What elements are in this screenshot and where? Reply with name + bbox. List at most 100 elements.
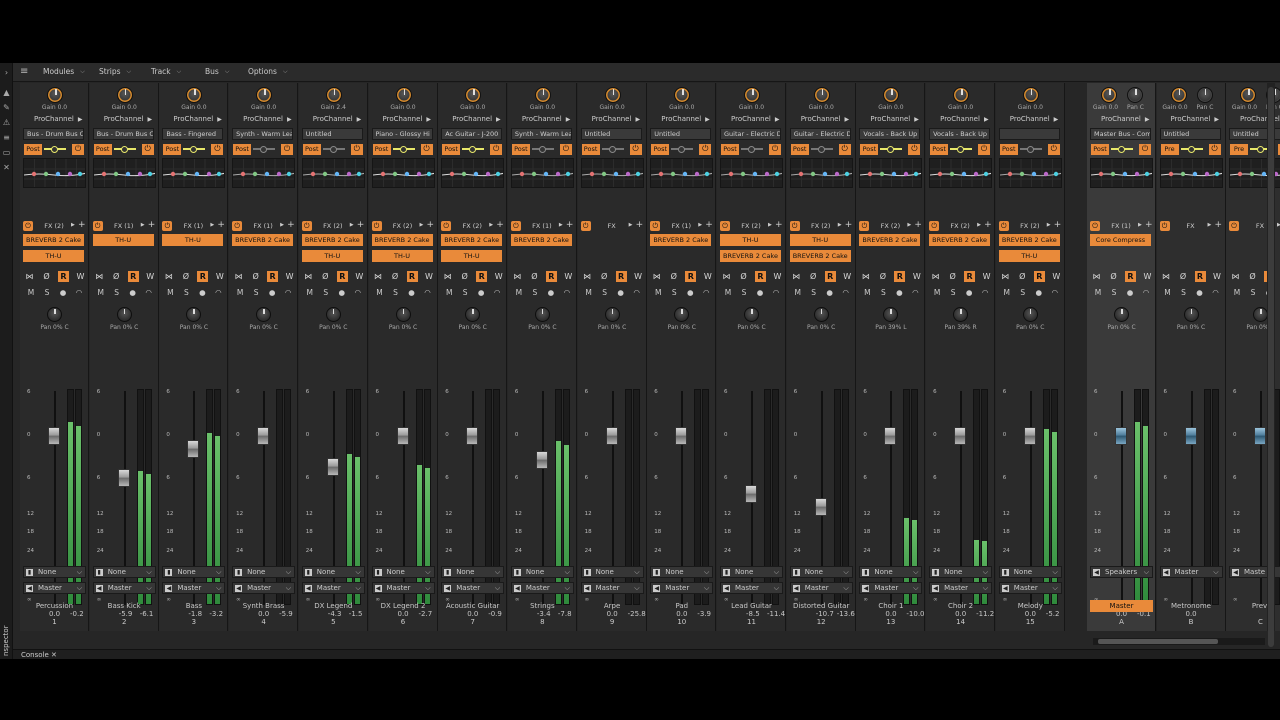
strip-name[interactable]: Synth Brass [229,602,298,610]
automation-icon[interactable]: ▲ [2,88,11,97]
input-select[interactable]: ▮ None ⌵ [789,566,853,578]
vertical-scrollbar[interactable] [1267,83,1275,647]
strip-number: B [1188,618,1194,626]
strip-name[interactable]: Percussion [20,602,89,610]
output-select[interactable]: ◀ Master ⌵ [232,582,296,594]
strip-name[interactable]: Choir 1 [856,602,925,610]
chevron-down-icon: ⌵ [80,67,85,75]
chevron-down-icon: ⌵ [1143,568,1149,576]
input-select[interactable]: ▮ None ⌵ [510,566,574,578]
left-toolstrip: › ▲ ✎ ⚠ ≡ ▭ ✕ [0,63,13,659]
input-icon: ▮ [95,569,103,576]
output-icon: ◀ [165,585,173,592]
menu-hamburger-icon[interactable]: ≡ [20,67,28,77]
input-select[interactable]: ▮ None ⌵ [998,566,1062,578]
scrollbar-thumb[interactable] [1098,639,1218,644]
output-select[interactable]: ◀ Master ⌵ [720,582,783,594]
output-value: Master [38,584,62,592]
stack-icon[interactable]: ≡ [2,133,11,142]
menu-options[interactable]: Options ⌵ [248,67,288,76]
output-select[interactable]: ◀ Master ⌵ [859,582,923,594]
input-value: None [177,568,196,576]
output-value: Master [944,584,968,592]
tools-icon[interactable]: ✕ [2,163,11,172]
chevron-down-icon: ⌵ [282,67,288,75]
clip-icon[interactable]: ▭ [2,148,11,157]
input-select[interactable]: ▮ None ⌵ [441,566,505,578]
strip-name[interactable]: Choir 2 [926,602,995,610]
input-select[interactable]: ▮ None ⌵ [23,566,86,578]
input-select[interactable]: ▮ None ⌵ [301,566,365,578]
inspector-tab[interactable]: nspector [2,625,10,656]
output-icon: ◀ [304,585,312,592]
output-icon: ◀ [513,585,521,592]
output-select[interactable]: ◀ Master ⌵ [92,582,156,594]
output-select[interactable]: ◀ Master ⌵ [789,582,853,594]
menu-label: Strips [99,67,121,76]
output-select[interactable]: ◀ Master ⌵ [650,582,714,594]
output-select[interactable]: ◀ Master ⌵ [929,582,993,594]
menu-label: Options [248,67,277,76]
input-select[interactable]: ▮ None ⌵ [650,566,714,578]
edit-icon[interactable]: ✎ [2,103,11,112]
input-value: None [316,568,336,576]
output-value: Master [1013,584,1038,592]
strip-name[interactable]: Melody [996,602,1065,610]
input-icon: ▮ [26,569,33,576]
input-select[interactable]: ▮ None ⌵ [232,566,296,578]
strip-number: 13 [886,618,896,626]
chevron-down-icon: ⌵ [703,568,710,576]
output-value: Master [804,584,829,592]
input-select[interactable]: ▮ None ⌵ [859,566,923,578]
strip-name[interactable]: Bass [159,602,228,610]
strip-name[interactable]: Lead Guitar [717,602,786,610]
channel-io: ▮ None ⌵ ◀ Master ⌵ Bass 3 [159,83,228,659]
output-select[interactable]: ◀ Master ⌵ [371,582,435,594]
input-select[interactable]: ▮ None ⌵ [929,566,993,578]
output-select[interactable]: ◀ Master ⌵ [1159,566,1223,578]
output-icon: ◀ [653,585,661,592]
scrollbar-thumb[interactable] [1268,87,1274,647]
output-select[interactable]: ◀ Master ⌵ [998,582,1062,594]
strip-name[interactable]: Bass Kick [90,602,159,610]
output-select[interactable]: ◀ Speakers ⌵ [1090,566,1153,578]
input-value: None [874,568,893,576]
strip-name[interactable]: DX Legend 2 [369,602,438,610]
chevron-down-icon: ⌵ [843,584,849,592]
input-value: None [525,568,545,576]
close-icon[interactable]: ✕ [51,651,57,659]
strip-name[interactable]: Distorted Guitar [787,602,856,610]
output-select[interactable]: ◀ Master ⌵ [23,582,86,594]
chevron-down-icon: ⌵ [494,584,501,592]
strip-name[interactable]: Metronome [1157,602,1226,610]
output-icon: ◀ [1232,569,1239,576]
output-select[interactable]: ◀ Master ⌵ [301,582,365,594]
input-select[interactable]: ▮ None ⌵ [720,566,783,578]
menu-modules[interactable]: Modules ⌵ [43,67,85,76]
channel-io: ▮ None ⌵ ◀ Master ⌵ Acoustic Guitar 7 [438,83,507,659]
console-tab[interactable]: Console ✕ [21,651,57,659]
input-select[interactable]: ▮ None ⌵ [92,566,156,578]
strip-name[interactable]: Strings [508,602,577,610]
input-select[interactable]: ▮ None ⌵ [580,566,644,578]
menu-strips[interactable]: Strips ⌵ [99,67,131,76]
chevron-down-icon: ⌵ [1213,568,1219,576]
strip-name[interactable]: DX Legend [299,602,368,610]
chevron-down-icon: ⌵ [146,568,152,576]
output-select[interactable]: ◀ Master ⌵ [510,582,574,594]
warning-icon[interactable]: ⚠ [2,118,11,127]
bus-scrollbar[interactable] [1093,638,1265,645]
input-select[interactable]: ▮ None ⌵ [371,566,435,578]
strip-name[interactable]: Acoustic Guitar [438,602,507,610]
input-select[interactable]: ▮ None ⌵ [162,566,226,578]
strip-name[interactable]: Arpe [578,602,647,610]
menu-bus[interactable]: Bus ⌵ [205,67,229,76]
output-select[interactable]: ◀ Master ⌵ [441,582,505,594]
strip-number: 8 [540,618,545,626]
output-select[interactable]: ◀ Master ⌵ [162,582,226,594]
expand-arrow-icon[interactable]: › [2,68,11,77]
strip-name[interactable]: Pad [647,602,716,610]
menu-track[interactable]: Track ⌵ [151,67,181,76]
output-select[interactable]: ◀ Master ⌵ [580,582,644,594]
strip-name[interactable]: Master [1090,600,1153,612]
